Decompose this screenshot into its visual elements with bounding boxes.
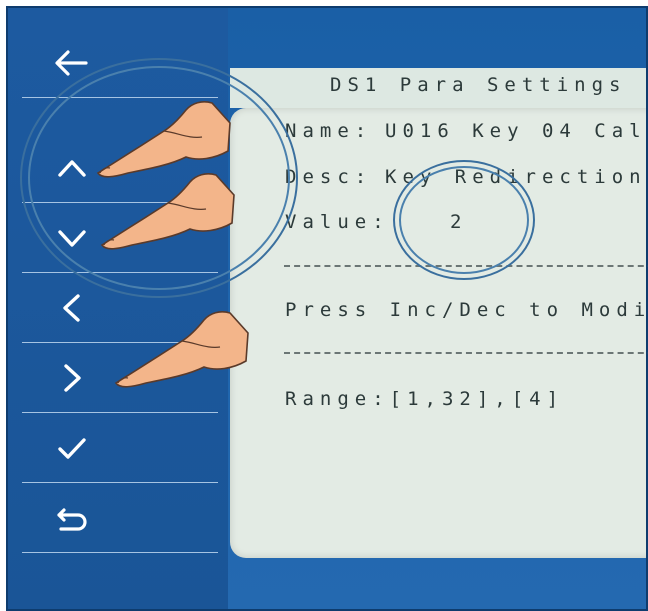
chevron-right-icon xyxy=(64,363,81,392)
hint-text: Press Inc/Dec to Modif xyxy=(285,299,648,321)
chevron-left-icon xyxy=(63,293,80,322)
return-icon xyxy=(57,507,87,531)
desc-label: Desc: xyxy=(285,166,373,188)
name-label: Name: xyxy=(285,120,373,142)
annotation-circle-value xyxy=(399,166,529,274)
range-text: Range:[1,32],[4] xyxy=(285,388,565,410)
divider xyxy=(284,352,648,354)
value-label: Value: xyxy=(285,211,390,233)
pointing-hand-icon xyxy=(114,311,249,388)
pointing-hand-icon xyxy=(100,173,235,250)
check-icon xyxy=(58,437,86,459)
name-value: U016 Key 04 Call xyxy=(385,120,648,142)
page-title: DS1 Para Settings xyxy=(330,74,627,96)
return-button[interactable] xyxy=(22,483,218,553)
confirm-button[interactable] xyxy=(22,413,218,483)
